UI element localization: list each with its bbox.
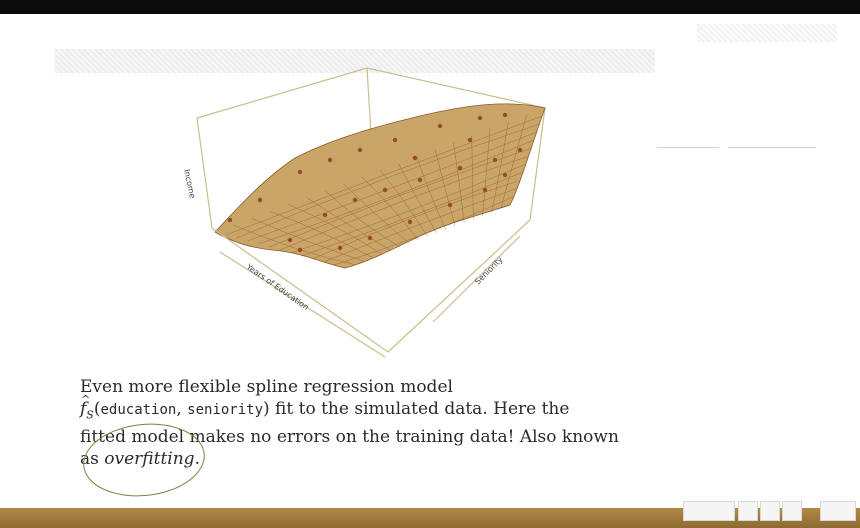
training-point bbox=[227, 217, 233, 223]
training-point bbox=[457, 165, 463, 171]
training-point bbox=[477, 115, 483, 121]
training-point bbox=[502, 112, 508, 118]
training-point bbox=[467, 137, 473, 143]
training-point bbox=[297, 169, 303, 175]
nav-button-menu[interactable] bbox=[782, 501, 802, 521]
training-point bbox=[327, 157, 333, 163]
training-point bbox=[297, 247, 303, 253]
training-point bbox=[352, 197, 358, 203]
training-point bbox=[407, 219, 413, 225]
training-point bbox=[502, 172, 508, 178]
training-point bbox=[447, 202, 453, 208]
training-point bbox=[357, 147, 363, 153]
video-time-control[interactable] bbox=[683, 501, 735, 521]
training-point bbox=[417, 177, 423, 183]
y-axis-label: Seniority bbox=[473, 255, 505, 287]
training-point bbox=[412, 155, 418, 161]
x-axis-label: Years of Education bbox=[244, 262, 310, 312]
training-point bbox=[337, 245, 343, 251]
training-point bbox=[437, 123, 443, 129]
arg-education: education bbox=[100, 402, 177, 418]
training-point bbox=[382, 187, 388, 193]
training-point bbox=[287, 237, 293, 243]
training-point bbox=[517, 147, 523, 153]
z-axis-label: Income bbox=[182, 169, 197, 200]
fhat-symbol: fS bbox=[80, 389, 94, 421]
fitted-surface bbox=[214, 103, 546, 269]
fullscreen-button[interactable] bbox=[820, 501, 856, 521]
training-point bbox=[392, 137, 398, 143]
caption-line-2: fS(education, seniority) fit to the simu… bbox=[80, 389, 680, 426]
nav-button-prev[interactable] bbox=[738, 501, 758, 521]
training-point bbox=[367, 235, 373, 241]
nav-button-next[interactable] bbox=[760, 501, 780, 521]
caption-line-1: Even more flexible spline regression mod… bbox=[80, 377, 453, 397]
training-point bbox=[257, 197, 263, 203]
training-point bbox=[492, 157, 498, 163]
arg-seniority: seniority bbox=[187, 402, 264, 418]
training-point bbox=[482, 187, 488, 193]
training-point bbox=[322, 212, 328, 218]
